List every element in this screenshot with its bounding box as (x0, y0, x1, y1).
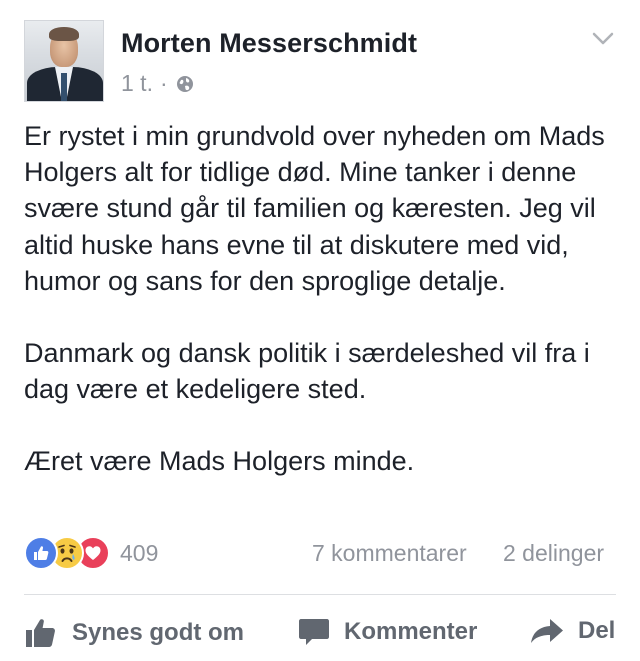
post-paragraph: Æret være Mads Holgers minde. (24, 446, 415, 477)
comment-icon (299, 619, 329, 645)
post-paragraph: Danmark og dansk politik i særdeleshed v… (24, 338, 590, 405)
facebook-post: Morten Messerschmidt 1 t. · Er rystet i … (0, 0, 640, 661)
reactions-summary[interactable]: 409 (24, 536, 158, 570)
share-label: Del (578, 617, 616, 644)
divider (24, 594, 616, 595)
chevron-down-icon[interactable] (592, 32, 614, 46)
shares-count-link[interactable]: 2 delinger (503, 540, 604, 567)
post-body: Er rystet i min grundvold over nyheden o… (24, 118, 624, 480)
comment-button[interactable]: Kommenter (298, 617, 477, 647)
thumbs-up-icon (26, 619, 55, 647)
like-reaction-icon (24, 536, 58, 570)
author-name[interactable]: Morten Messerschmidt (121, 28, 417, 59)
reaction-count: 409 (120, 539, 159, 566)
like-label: Synes godt om (72, 619, 245, 646)
comments-count-link[interactable]: 7 kommentarer (312, 540, 467, 567)
post-meta: 1 t. · (121, 70, 194, 97)
avatar[interactable] (24, 20, 104, 102)
post-paragraph: Er rystet i min grundvold over nyheden o… (24, 121, 605, 296)
share-arrow-icon (531, 619, 563, 643)
like-button[interactable]: Synes godt om (24, 617, 244, 649)
globe-icon (176, 75, 193, 92)
meta-separator: · (159, 70, 168, 96)
comment-label: Kommenter (344, 618, 478, 645)
post-timestamp[interactable]: 1 t. (121, 70, 153, 97)
share-button[interactable]: Del (530, 617, 615, 645)
